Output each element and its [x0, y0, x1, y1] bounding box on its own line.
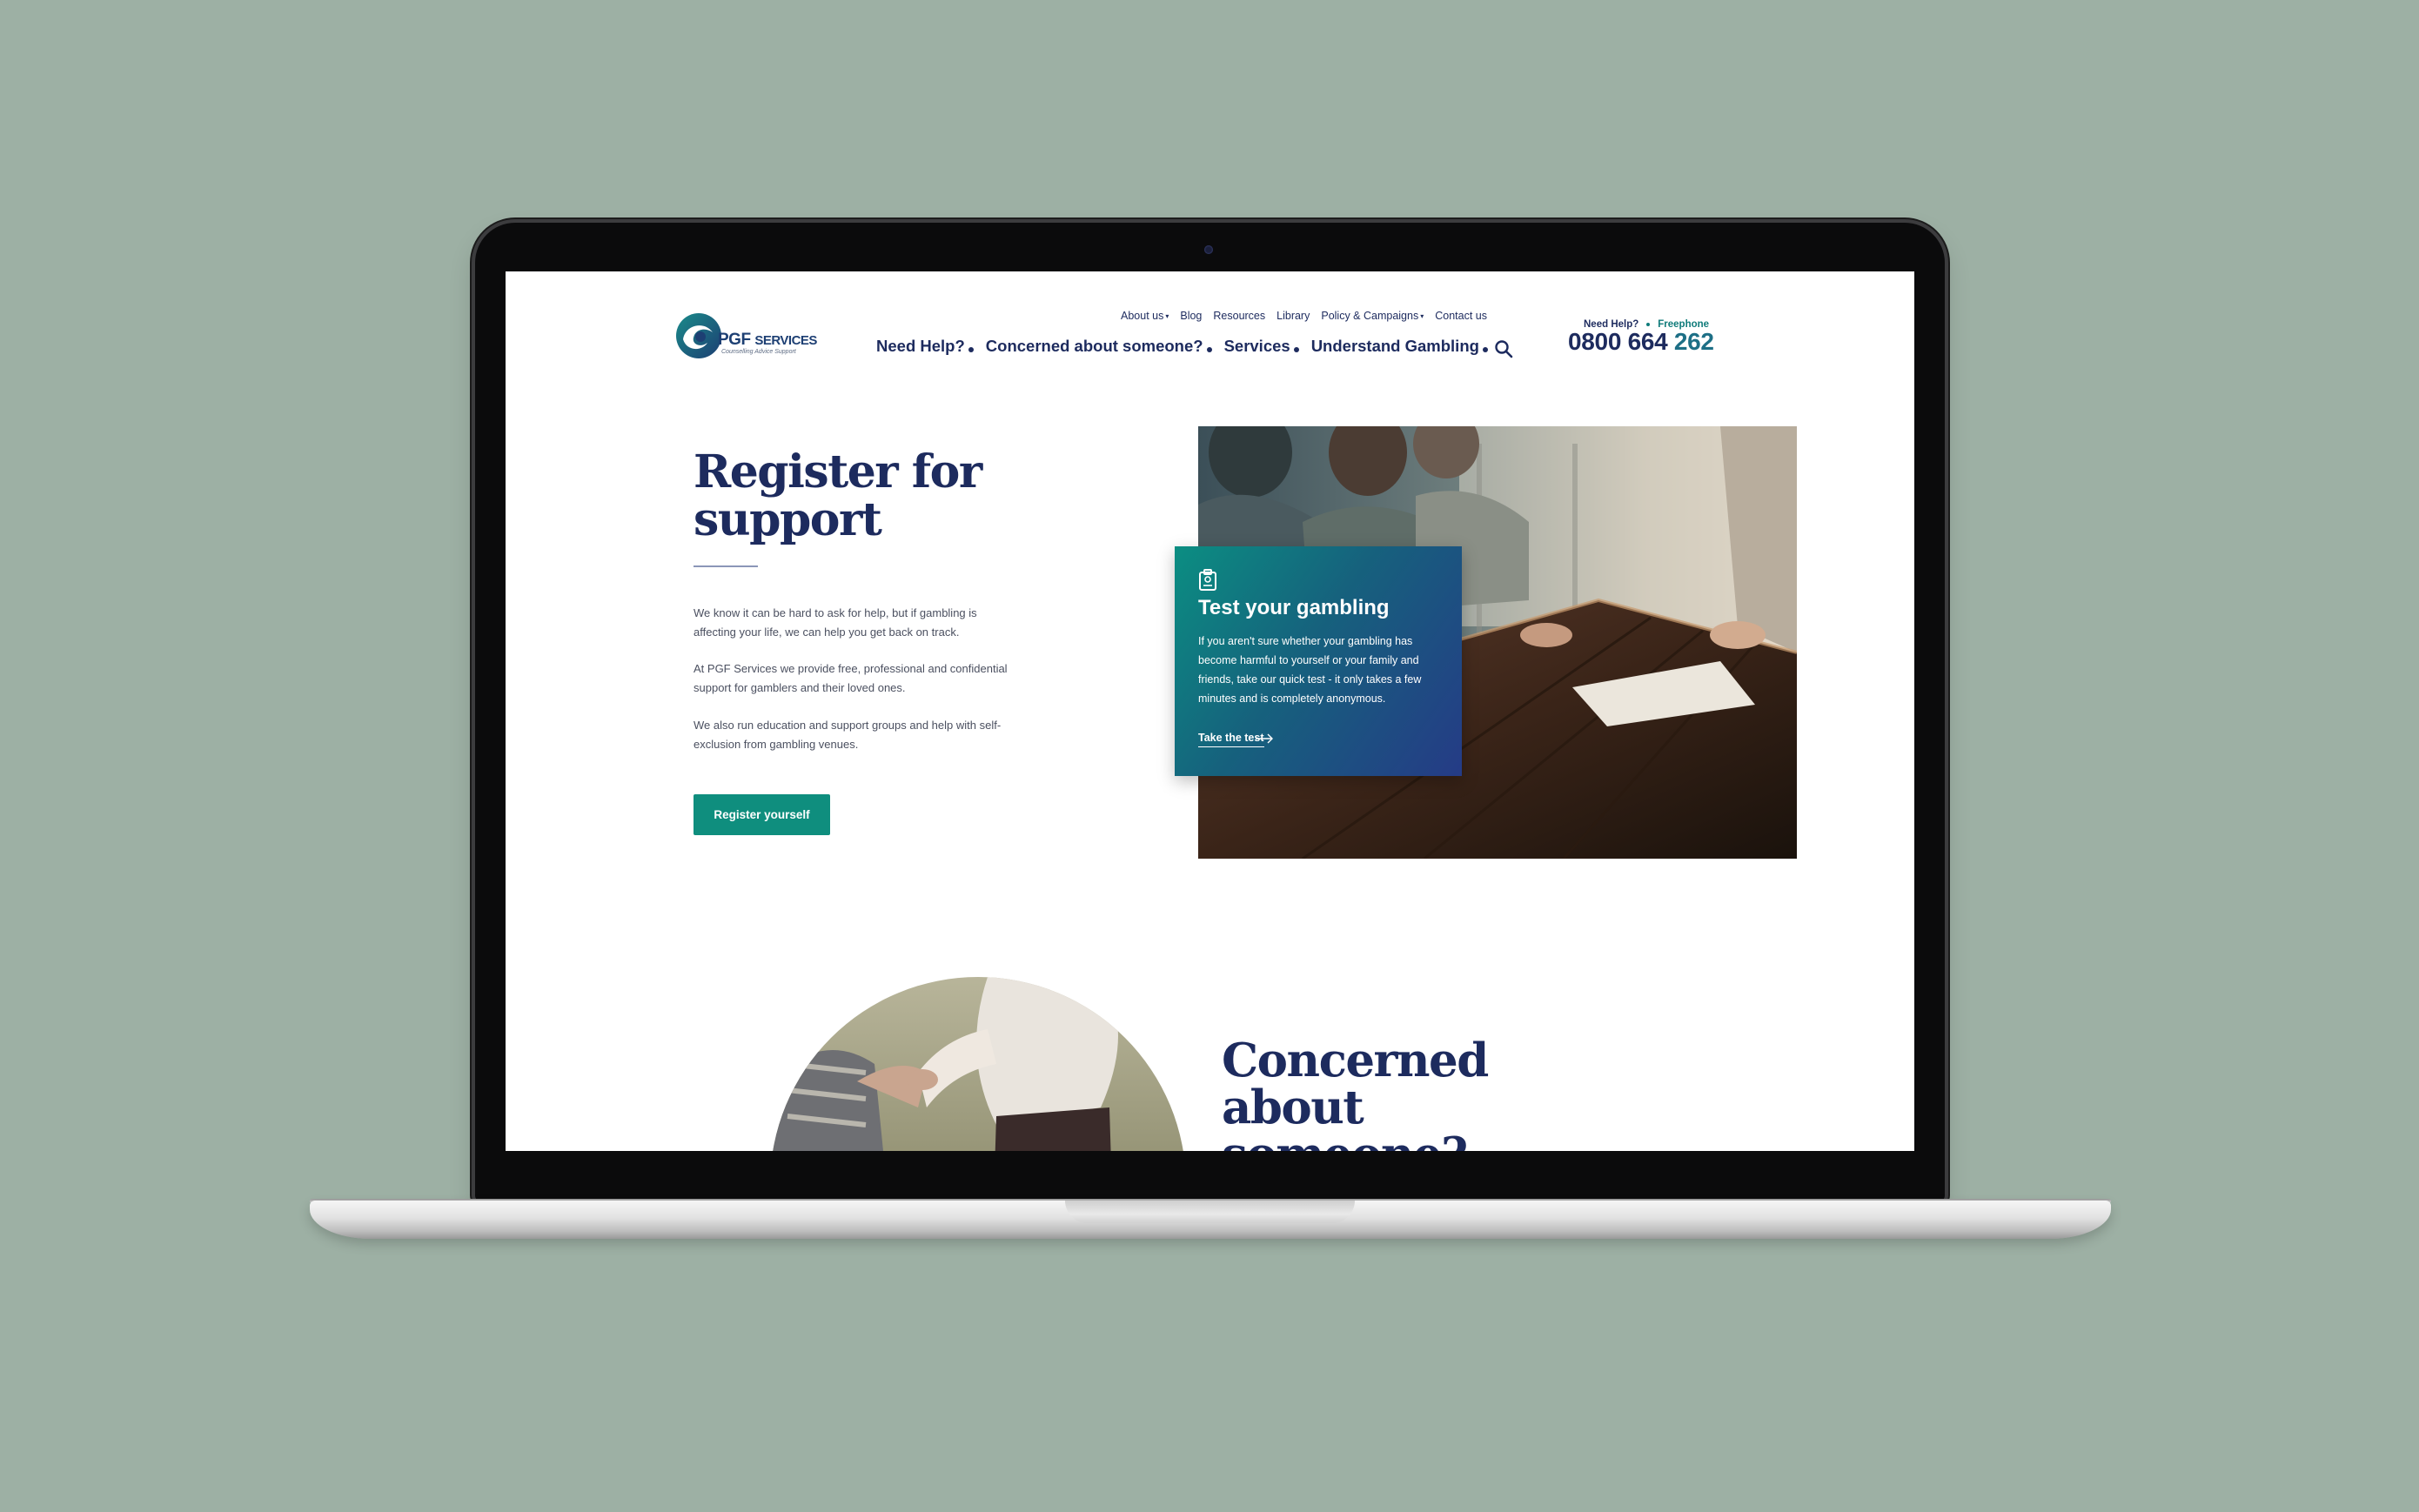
test-gambling-card: Test your gambling If you aren't sure wh… — [1175, 546, 1462, 776]
card-title: Test your gambling — [1198, 596, 1390, 619]
page-title: Register for support — [694, 445, 982, 546]
title-divider — [694, 565, 758, 567]
nav-concerned-about-someone[interactable]: Concerned about someone? — [986, 337, 1212, 356]
nav-need-help[interactable]: Need Help? — [876, 337, 974, 356]
hero-paragraph-3: We also run education and support groups… — [694, 719, 1002, 751]
dropdown-dot-icon — [1206, 347, 1212, 352]
nav-understand-gambling[interactable]: Understand Gambling — [1311, 337, 1488, 356]
brand-name: PGF SERVICES — [718, 331, 817, 349]
caret-down-icon: ▾ — [1165, 312, 1169, 320]
utility-nav: About us ▾ Blog Resources Library Policy … — [1121, 310, 1487, 322]
nav-library[interactable]: Library — [1277, 310, 1310, 322]
main-nav: Need Help? Concerned about someone? Serv… — [876, 337, 1488, 356]
caret-down-icon: ▾ — [1420, 312, 1424, 320]
dropdown-dot-icon — [1482, 347, 1488, 352]
brand-tagline: Counselling Advice Support — [721, 349, 796, 355]
nav-services[interactable]: Services — [1224, 337, 1299, 356]
nav-blog[interactable]: Blog — [1180, 310, 1202, 322]
search-icon[interactable] — [1494, 339, 1513, 358]
concerned-photo — [770, 977, 1186, 1151]
phone-number[interactable]: 0800 664 262 — [1568, 328, 1714, 356]
register-yourself-button[interactable]: Register yourself — [694, 794, 830, 835]
nav-contact-us[interactable]: Contact us — [1435, 310, 1487, 322]
hero-paragraph-2: At PGF Services we provide free, profess… — [694, 662, 1008, 694]
separator-dot — [1646, 323, 1651, 326]
dropdown-dot-icon — [1293, 347, 1299, 352]
pgf-logo[interactable]: PGF SERVICES Counselling Advice Support — [674, 310, 822, 365]
nav-resources[interactable]: Resources — [1213, 310, 1265, 322]
arrow-right-icon[interactable] — [1255, 733, 1274, 744]
card-body: If you aren't sure whether your gambling… — [1198, 635, 1422, 705]
laptop-notch — [1065, 1201, 1355, 1223]
browser-viewport: PGF SERVICES Counselling Advice Support … — [506, 271, 1914, 1151]
nav-about-us[interactable]: About us ▾ — [1121, 310, 1169, 322]
webcam — [1204, 245, 1213, 254]
dropdown-dot-icon — [968, 347, 974, 352]
hero-paragraph-1: We know it can be hard to ask for help, … — [694, 606, 977, 639]
nav-policy-campaigns[interactable]: Policy & Campaigns ▾ — [1321, 310, 1424, 322]
clipboard-icon — [1199, 569, 1216, 591]
concerned-heading: Concerned about someone? — [1222, 1034, 1489, 1151]
